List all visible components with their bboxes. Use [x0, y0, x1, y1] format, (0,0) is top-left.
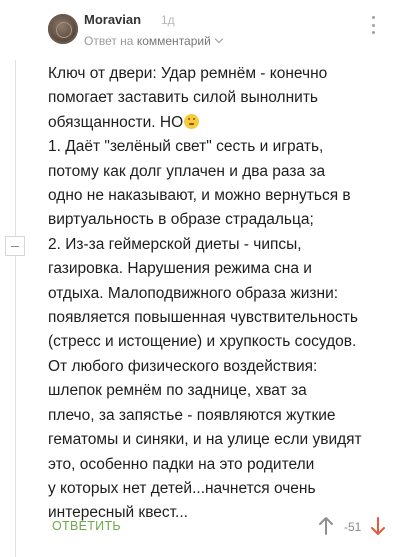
arrow-up-icon[interactable] [318, 516, 334, 536]
comment-line: виртуальность в образе страдальца; [48, 211, 314, 229]
more-vertical-icon[interactable] [372, 16, 376, 34]
comment-line: шлепок ремнём по заднице, хват за [48, 382, 307, 400]
comment-line: помогает заставить силой вынолнить [48, 89, 318, 107]
comment-body: Ключ от двери: Удар ремнём - конечно пом… [48, 62, 396, 526]
thread-line [15, 60, 16, 557]
comment-footer: ОТВЕТИТЬ -51 [48, 514, 390, 538]
comment-line: потому как долг уплачен и два раза за [48, 162, 326, 180]
comment-line: одно не наказывают, и можно вернуться в [48, 187, 351, 205]
comment-line: 1. Даёт "зелёный свет" сесть и играть, [48, 138, 324, 156]
comment-line: (стресс и истощение) и хрупкость сосудов… [48, 333, 357, 351]
comment-line: От любого физического воздействия: [48, 357, 318, 375]
comment-header: Moravian 1д Ответ на комментарий [48, 12, 380, 52]
comment-age: 1д [161, 13, 175, 27]
comment-line: у которых нет детей...начнется очень [48, 479, 316, 497]
reply-target-link[interactable]: комментарий [137, 34, 211, 48]
chevron-down-icon[interactable] [214, 34, 224, 44]
reply-info[interactable]: Ответ на комментарий [84, 34, 224, 48]
thinking-shush-emoji-icon [184, 113, 200, 129]
reply-prefix: Ответ на [84, 34, 134, 48]
collapse-minus-icon [11, 245, 19, 247]
comment-line: плечо, за запястье - появляются жуткие [48, 406, 336, 424]
comment-line: появляется повышенная чувствительность [48, 309, 358, 327]
reply-button[interactable]: ОТВЕТИТЬ [52, 519, 121, 533]
comment-line: обязщанности. НО [48, 111, 396, 135]
comment-line: отдыха. Малоподвижного образа жизни: [48, 284, 339, 302]
comment-line: гематомы и синяки, и на улице если увидя… [48, 431, 362, 449]
comment-line: газировка. Нарушения режима сна и [48, 260, 312, 278]
username[interactable]: Moravian [84, 12, 141, 27]
arrow-down-icon[interactable] [370, 516, 386, 536]
comment-line: Ключ от двери: Удар ремнём - конечно [48, 65, 328, 82]
comment-line: 2. Из-за геймерской диеты - чипсы, [48, 235, 302, 253]
avatar[interactable] [48, 14, 78, 44]
vote-score: -51 [344, 520, 362, 534]
collapse-thread-button[interactable] [5, 236, 25, 256]
comment-line: это, особенно падки на это родители [48, 455, 315, 473]
